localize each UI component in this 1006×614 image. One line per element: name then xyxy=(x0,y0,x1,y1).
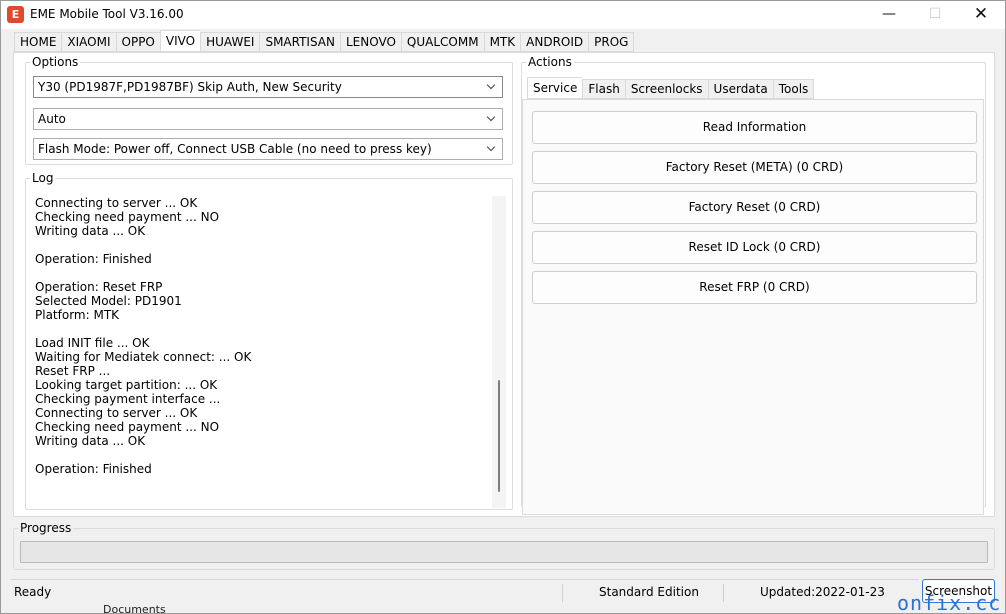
tab-prog[interactable]: PROG xyxy=(588,32,635,52)
tab-vivo[interactable]: VIVO xyxy=(159,30,201,52)
tab-service[interactable]: Service xyxy=(527,77,583,99)
log-line: Reset FRP ... xyxy=(35,364,111,378)
log-line: Operation: Reset FRP xyxy=(35,280,163,294)
log-line: Writing data ... OK xyxy=(35,434,146,448)
tab-tools[interactable]: Tools xyxy=(772,79,815,99)
log-line: Selected Model: PD1901 xyxy=(35,294,182,308)
close-icon[interactable]: ✕ xyxy=(958,1,1004,29)
log-legend: Log xyxy=(32,171,54,185)
tab-content-vivo: Options Y30 (PD1987F,PD1987BF) Skip Auth… xyxy=(13,52,995,517)
log-line: Platform: MTK xyxy=(35,308,120,322)
log-scroll-thumb[interactable] xyxy=(498,380,500,492)
tab-xiaomi[interactable]: XIAOMI xyxy=(61,32,116,52)
model-select[interactable]: Y30 (PD1987F,PD1987BF) Skip Auth, New Se… xyxy=(33,76,503,98)
tab-huawei[interactable]: HUAWEI xyxy=(200,32,260,52)
status-text: Ready xyxy=(14,585,52,599)
minimize-icon[interactable]: — xyxy=(866,1,912,29)
reset-frp-button[interactable]: Reset FRP (0 CRD) xyxy=(532,271,977,304)
app-logo-icon: E xyxy=(7,6,24,23)
log-line: Operation: Finished xyxy=(35,462,152,476)
log-line: Looking target partition: ... OK xyxy=(35,378,218,392)
tab-home[interactable]: HOME xyxy=(14,32,62,52)
status-bar: Ready Standard Edition Updated:2022-01-2… xyxy=(11,579,919,604)
log-line: Checking payment interface ... xyxy=(35,392,221,406)
status-divider xyxy=(723,584,724,602)
log-line: Waiting for Mediatek connect: ... OK xyxy=(35,350,252,364)
options-legend: Options xyxy=(32,55,79,69)
chevron-down-icon xyxy=(486,77,498,97)
tab-lenovo[interactable]: LENOVO xyxy=(340,32,401,52)
app-window: E EME Mobile Tool V3.16.00 — ☐ ✕ HOME XI… xyxy=(0,0,1006,614)
log-line: Connecting to server ... OK xyxy=(35,196,198,210)
mode-select-value: Auto xyxy=(38,112,66,126)
action-tabs: Service Flash Screenlocks Userdata Tools xyxy=(527,77,815,99)
log-line: Connecting to server ... OK xyxy=(35,406,198,420)
actions-group: Actions Service Flash Screenlocks Userda… xyxy=(521,55,986,515)
log-line: Operation: Finished xyxy=(35,252,152,266)
tab-qualcomm[interactable]: QUALCOMM xyxy=(400,32,484,52)
log-line: Writing data ... OK xyxy=(35,224,146,238)
tab-smartisan[interactable]: SMARTISAN xyxy=(259,32,340,52)
service-panel: Read Information Factory Reset (META) (0… xyxy=(522,99,984,515)
progress-legend: Progress xyxy=(20,521,72,535)
updated-label: Updated:2022-01-23 xyxy=(760,585,885,599)
watermark-text: onfix.cc xyxy=(897,593,1002,614)
title-bar: E EME Mobile Tool V3.16.00 — ☐ ✕ xyxy=(1,1,1005,29)
main-tabs: HOME XIAOMI OPPO VIVO HUAWEI SMARTISAN L… xyxy=(14,30,635,52)
log-group: Log Connecting to server ... OK Checking… xyxy=(25,172,513,510)
model-select-value: Y30 (PD1987F,PD1987BF) Skip Auth, New Se… xyxy=(38,80,342,94)
log-line: Checking need payment ... NO xyxy=(35,420,220,434)
read-information-button[interactable]: Read Information xyxy=(532,111,977,144)
log-textarea[interactable]: Connecting to server ... OK Checking nee… xyxy=(32,196,506,508)
tab-screenlocks[interactable]: Screenlocks xyxy=(624,79,708,99)
maximize-icon[interactable]: ☐ xyxy=(912,1,958,29)
tab-android[interactable]: ANDROID xyxy=(520,32,589,52)
chevron-down-icon xyxy=(486,139,498,159)
mode-select[interactable]: Auto xyxy=(33,108,503,130)
factory-reset-button[interactable]: Factory Reset (0 CRD) xyxy=(532,191,977,224)
log-scrollbar[interactable] xyxy=(492,196,506,508)
log-line: Checking need payment ... NO xyxy=(35,210,220,224)
tab-mtk[interactable]: MTK xyxy=(483,32,521,52)
window-title: EME Mobile Tool V3.16.00 xyxy=(30,7,184,21)
tab-userdata[interactable]: Userdata xyxy=(707,79,773,99)
log-line: Load INIT file ... OK xyxy=(35,336,150,350)
options-group: Options Y30 (PD1987F,PD1987BF) Skip Auth… xyxy=(25,56,513,165)
flash-mode-select-value: Flash Mode: Power off, Connect USB Cable… xyxy=(38,142,432,156)
tab-oppo[interactable]: OPPO xyxy=(115,32,160,52)
progress-bar xyxy=(20,541,988,563)
flash-mode-select[interactable]: Flash Mode: Power off, Connect USB Cable… xyxy=(33,138,503,160)
desktop-background-text: Documents xyxy=(103,603,166,614)
actions-legend: Actions xyxy=(528,55,572,69)
status-divider xyxy=(562,584,563,602)
tab-flash[interactable]: Flash xyxy=(582,79,625,99)
factory-reset-meta-button[interactable]: Factory Reset (META) (0 CRD) xyxy=(532,151,977,184)
edition-label: Standard Edition xyxy=(599,585,699,599)
reset-id-lock-button[interactable]: Reset ID Lock (0 CRD) xyxy=(532,231,977,264)
chevron-down-icon xyxy=(486,109,498,129)
